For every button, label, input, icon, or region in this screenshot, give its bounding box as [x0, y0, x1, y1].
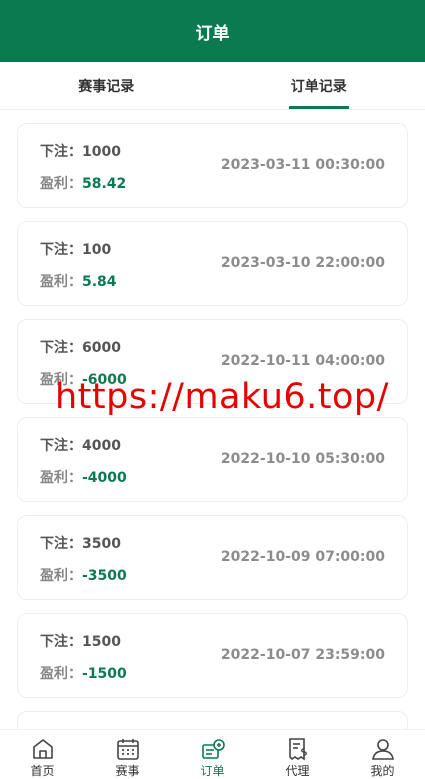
nav-label: 首页	[30, 764, 55, 778]
profit-amount: 盈利：5.84	[40, 274, 117, 290]
order-time: 2023-03-11 00:30:00	[220, 157, 385, 173]
nav-agent[interactable]: 代理	[255, 730, 340, 779]
order-card[interactable]: 下注：1500 盈利：-1500 2022-10-07 23:59:00	[17, 613, 408, 698]
calendar-icon	[116, 739, 139, 760]
nav-orders[interactable]: 订单	[170, 730, 255, 779]
profit-amount: 盈利：-1500	[40, 666, 127, 682]
order-time: 2022-10-11 04:00:00	[220, 353, 385, 369]
page-header: 订单	[0, 0, 425, 62]
tab-order-records[interactable]: 订单记录	[213, 62, 425, 109]
nav-label: 赛事	[115, 764, 140, 778]
bet-amount: 下注：1500	[40, 634, 121, 650]
tab-label: 赛事记录	[78, 78, 135, 95]
page-title: 订单	[195, 23, 230, 44]
order-card[interactable]: 下注：3500 盈利：-3500 2022-10-09 07:00:00	[17, 515, 408, 600]
bet-amount: 下注：4000	[40, 438, 121, 454]
order-time: 2023-03-10 22:00:00	[220, 255, 385, 271]
nav-label: 我的	[370, 764, 395, 778]
bet-amount: 下注：3500	[40, 536, 121, 552]
nav-label: 订单	[200, 764, 225, 778]
nav-matches[interactable]: 赛事	[85, 730, 170, 779]
tab-label: 订单记录	[290, 78, 347, 95]
user-icon	[371, 739, 394, 760]
tab-bar: 赛事记录 订单记录	[0, 62, 425, 110]
tab-match-records[interactable]: 赛事记录	[0, 62, 213, 109]
profit-amount: 盈利：-4000	[40, 470, 127, 486]
profit-amount: 盈利：58.42	[40, 176, 127, 192]
order-time: 2022-10-09 07:00:00	[220, 549, 385, 565]
nav-home[interactable]: 首页	[0, 730, 85, 779]
watermark-url: https://maku6.top/	[55, 377, 389, 417]
bottom-nav: 首页 赛事 订单 代理 我的	[0, 729, 425, 779]
order-card[interactable]: 下注：4000 盈利：-4000 2022-10-10 05:30:00	[17, 417, 408, 502]
bet-amount: 下注：100	[40, 242, 112, 258]
bet-amount: 下注：6000	[40, 340, 121, 356]
profit-amount: 盈利：-3500	[40, 568, 127, 584]
order-icon	[201, 739, 225, 759]
nav-label: 代理	[285, 764, 310, 778]
nav-profile[interactable]: 我的	[340, 730, 425, 779]
order-card[interactable]: 下注：1000 盈利：58.42 2023-03-11 00:30:00	[17, 123, 408, 208]
agent-icon	[288, 738, 307, 761]
bet-amount: 下注：1000	[40, 144, 121, 160]
order-card[interactable]: 下注：100 盈利：5.84 2023-03-10 22:00:00	[17, 221, 408, 306]
order-time: 2022-10-07 23:59:00	[220, 647, 385, 663]
order-list: 下注：1000 盈利：58.42 2023-03-11 00:30:00 下注：…	[17, 123, 408, 764]
home-icon	[32, 739, 53, 759]
order-time: 2022-10-10 05:30:00	[220, 451, 385, 467]
